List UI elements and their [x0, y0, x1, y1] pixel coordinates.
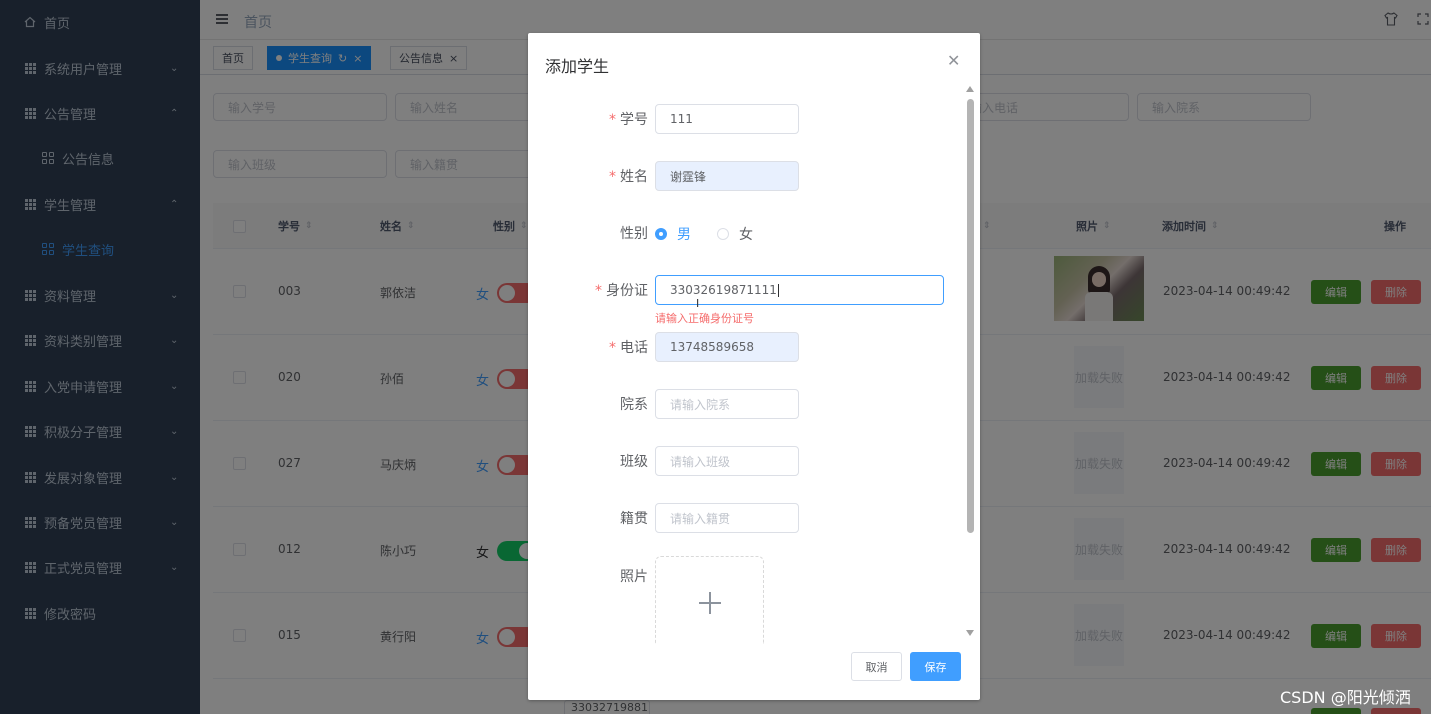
- id-card-label: * 身份证: [528, 280, 648, 300]
- input-value: 33032619871111: [670, 283, 777, 297]
- department-label: 院系: [620, 397, 648, 413]
- plus-icon: [699, 592, 721, 614]
- class-input[interactable]: 请输入班级: [655, 446, 799, 476]
- label-text: 学号: [620, 112, 648, 128]
- dialog-scrollbar[interactable]: [964, 84, 976, 641]
- dialog-title: 添加学生: [545, 57, 610, 76]
- student-no-label: * 学号: [528, 109, 648, 129]
- radio-label: 男: [677, 227, 691, 243]
- scroll-up-icon[interactable]: [966, 86, 974, 92]
- required-mark: *: [609, 340, 616, 356]
- name-label: * 姓名: [528, 166, 648, 186]
- save-button[interactable]: 保存: [910, 652, 961, 681]
- label-text: 姓名: [620, 169, 648, 185]
- label-text: 电话: [620, 340, 648, 356]
- scroll-down-icon[interactable]: [966, 630, 974, 636]
- label-text: 身份证: [606, 283, 648, 299]
- required-mark: *: [609, 112, 616, 128]
- radio-label: 女: [739, 227, 753, 243]
- gender-male-radio[interactable]: 男: [655, 224, 691, 244]
- close-icon[interactable]: ✕: [947, 51, 960, 70]
- i-beam-cursor-icon: I: [696, 297, 700, 310]
- scroll-thumb[interactable]: [967, 99, 974, 533]
- phone-input[interactable]: 13748589658: [655, 332, 799, 362]
- gender-label: 性别: [620, 226, 648, 242]
- hometown-label: 籍贯: [620, 511, 648, 527]
- photo-upload[interactable]: [655, 556, 764, 644]
- add-student-dialog: 添加学生 ✕ * 学号 111 * 姓名 谢霆锋 性别 男 女 * 身份证 33032…: [528, 33, 980, 700]
- class-label: 班级: [620, 454, 648, 470]
- required-mark: *: [609, 169, 616, 185]
- student-no-input[interactable]: 111: [655, 104, 799, 134]
- department-input[interactable]: 请输入院系: [655, 389, 799, 419]
- gender-female-radio[interactable]: 女: [717, 224, 753, 244]
- text-cursor: [777, 283, 779, 297]
- id-card-error: 请输入正确身份证号: [655, 312, 754, 325]
- hometown-input[interactable]: 请输入籍贯: [655, 503, 799, 533]
- watermark: CSDN @阳光倾洒: [1280, 688, 1411, 707]
- name-input[interactable]: 谢霆锋: [655, 161, 799, 191]
- photo-label: 照片: [620, 569, 648, 585]
- phone-label: * 电话: [528, 337, 648, 357]
- cancel-button[interactable]: 取消: [851, 652, 902, 681]
- required-mark: *: [595, 283, 602, 299]
